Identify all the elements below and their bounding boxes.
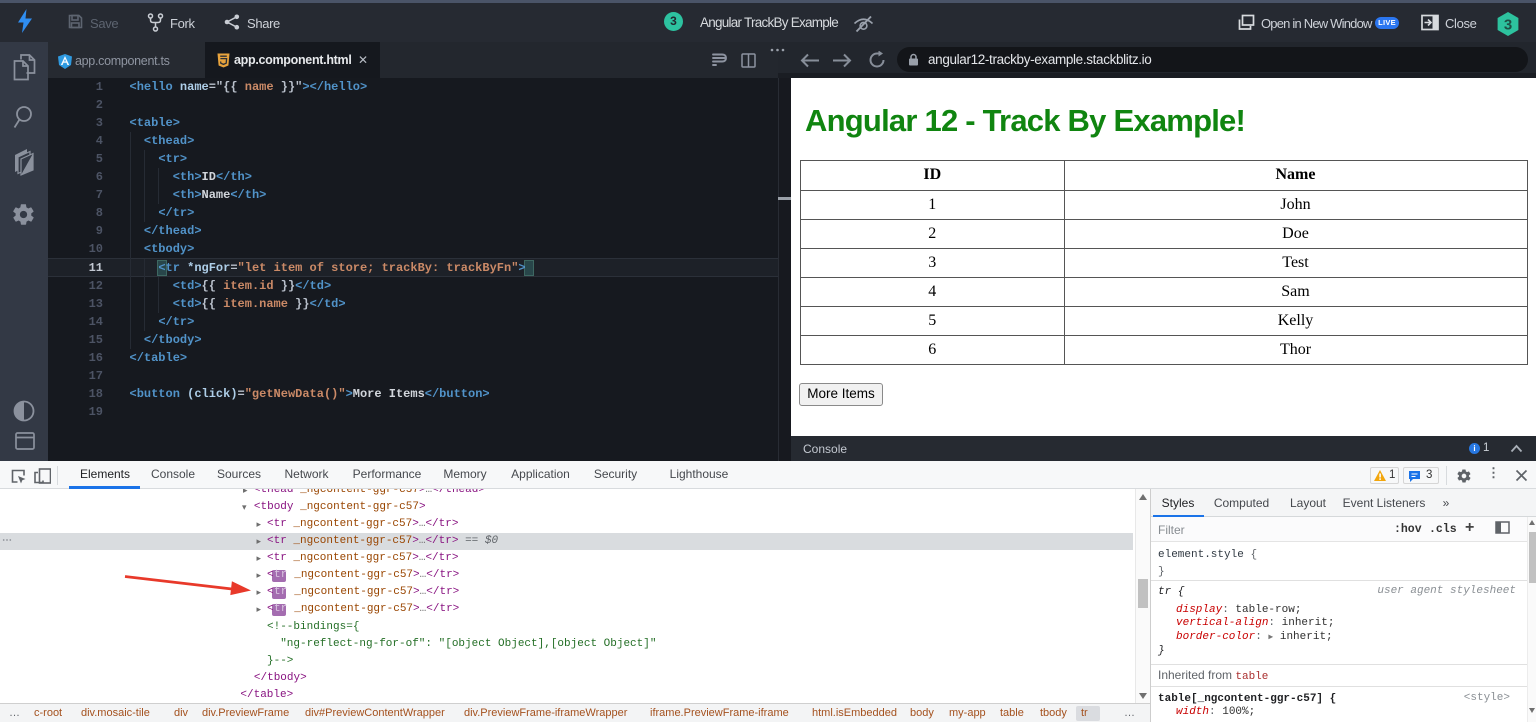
svg-text:3: 3 — [1504, 16, 1512, 33]
